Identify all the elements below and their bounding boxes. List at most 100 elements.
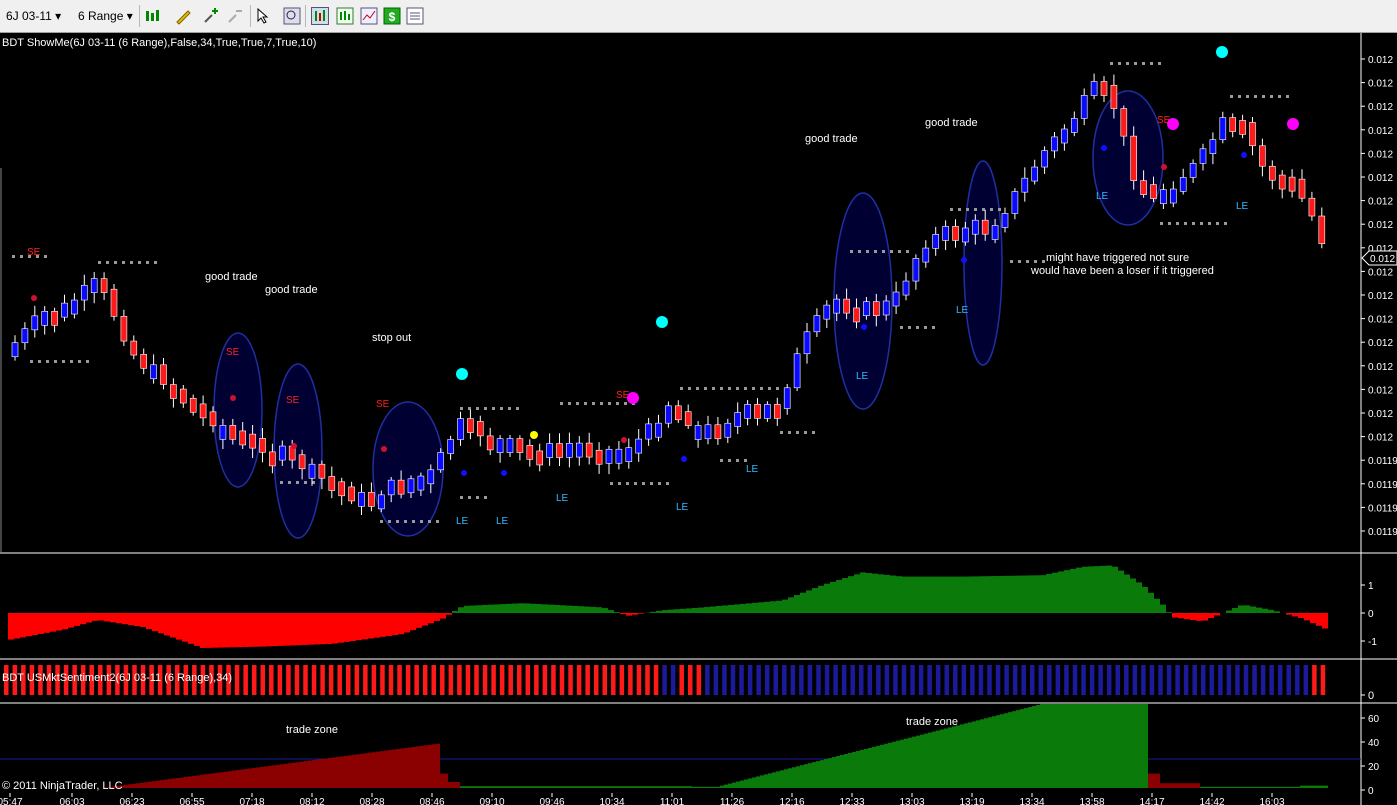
trade-zone-bar [996, 715, 1000, 788]
dollar-icon[interactable]: $ [383, 7, 401, 25]
sentiment-bar [1269, 665, 1274, 695]
candle-body [318, 463, 326, 479]
chart-trader-icon[interactable] [311, 7, 329, 25]
trade-zone-bar [536, 786, 540, 788]
trade-zone-bar [900, 739, 904, 788]
candle-body [437, 452, 445, 471]
sentiment-bar [311, 665, 317, 695]
entry-dot-blue [1241, 152, 1247, 158]
stop-dot [1126, 62, 1129, 65]
trade-zone-bar [828, 758, 832, 788]
data-box-icon[interactable] [336, 7, 354, 25]
candle-body [506, 438, 514, 453]
performance-icon[interactable] [360, 7, 378, 25]
sentiment-bar [277, 665, 283, 695]
stop-dot [658, 482, 661, 485]
stop-dot [634, 482, 637, 485]
sentiment-bar [1064, 665, 1069, 695]
sentiment-bar [448, 665, 454, 695]
trade-zone-bar [1212, 786, 1216, 788]
bar-style-icon[interactable] [144, 7, 162, 25]
oscillator-bar [128, 613, 134, 626]
stop-dot [624, 402, 627, 405]
trade-zone-bar [904, 738, 908, 788]
oscillator-bar [1028, 575, 1034, 613]
oscillator-bar [476, 605, 482, 613]
oscillator-bar [638, 613, 644, 614]
oscillator-bar [278, 613, 284, 646]
time-tick-label: 11:01 [660, 797, 685, 805]
sentiment-bar [234, 665, 240, 695]
sentiment-bar [910, 665, 915, 695]
oscillator-bar [1088, 566, 1094, 613]
oscillator-bar [560, 605, 566, 613]
sentiment-bar [1260, 665, 1266, 695]
sentiment-bar [534, 665, 539, 695]
trade-zone-bar [1028, 707, 1032, 788]
oscillator-bar [332, 613, 338, 644]
trade-zone-bar [720, 785, 724, 788]
sentiment-bar [653, 665, 659, 695]
trade-zone-bar [652, 786, 656, 788]
trade-zone-bar [168, 779, 172, 788]
chevron-down-icon: ▾ [55, 9, 62, 23]
stop-dot [752, 387, 755, 390]
trade-zone-bar [628, 786, 632, 788]
stop-dot [146, 261, 149, 264]
candle-body [427, 469, 435, 485]
oscillator-bar [380, 613, 386, 637]
oscillator-bar [446, 613, 452, 615]
sentiment-bar [995, 665, 1001, 695]
sentiment-bar [1295, 665, 1300, 695]
trade-zone-bar [1284, 786, 1288, 788]
time-tick-label: 12:33 [839, 797, 864, 805]
bar-type-selector[interactable]: 6 Range ▾ [78, 6, 133, 26]
draw-pencil-icon[interactable] [174, 7, 192, 25]
trade-zone-bar [1176, 783, 1180, 788]
sentiment-bar [440, 665, 445, 695]
trade-zone-bar [368, 752, 372, 788]
sentiment-bar [1098, 665, 1103, 695]
trade-zone-bar [1308, 785, 1312, 788]
trade-zone-bar [1088, 704, 1092, 788]
trade-zone-bar [852, 751, 856, 788]
trade-zone-bar [744, 779, 748, 788]
stop-dot [1184, 222, 1187, 225]
candle-body [81, 284, 88, 301]
stop-dot [1286, 95, 1289, 98]
trade-zone-bar [1200, 786, 1204, 788]
oscillator-bar [482, 604, 488, 613]
candle-body [773, 404, 781, 419]
time-tick-label: 06:23 [119, 797, 144, 805]
stop-dot [1110, 62, 1113, 65]
candle-body [328, 476, 336, 491]
sentiment-bar [1166, 665, 1172, 695]
properties-icon[interactable] [406, 7, 424, 25]
oscillator-tick-label: 0 [1368, 609, 1374, 620]
candle-body [1011, 191, 1019, 214]
trade-zone-bar [916, 735, 920, 788]
chart-canvas[interactable]: SESESE SESESELE LELELELELELELELE BDT ShowM… [0, 33, 1397, 805]
candle-body [714, 424, 722, 440]
trade-zone-bar [156, 780, 160, 788]
oscillator-bar [542, 604, 548, 613]
cursor-icon[interactable] [255, 7, 273, 25]
zoom-out-icon[interactable] [226, 7, 244, 25]
sentiment-bar [764, 665, 770, 695]
sentiment-bar [1081, 665, 1086, 695]
oscillator-bar [572, 605, 578, 613]
trade-zone-tick-label: 0 [1368, 786, 1374, 797]
sentiment-bar [1209, 665, 1215, 695]
time-tick-label: 13:03 [899, 797, 924, 805]
trade-zone-bar [1196, 783, 1200, 788]
candle-body [1130, 135, 1137, 181]
magnify-icon[interactable] [283, 7, 301, 25]
oscillator-bar [812, 588, 818, 613]
oscillator-bar [1040, 575, 1046, 613]
oscillator-bar [830, 581, 836, 613]
oscillator-bar [866, 573, 872, 613]
trade-zone-label: trade zone [906, 716, 958, 728]
instrument-selector[interactable]: 6J 03-11 ▾ [6, 6, 61, 26]
zoom-in-icon[interactable] [202, 7, 220, 25]
trade-zone-bar [920, 734, 924, 788]
